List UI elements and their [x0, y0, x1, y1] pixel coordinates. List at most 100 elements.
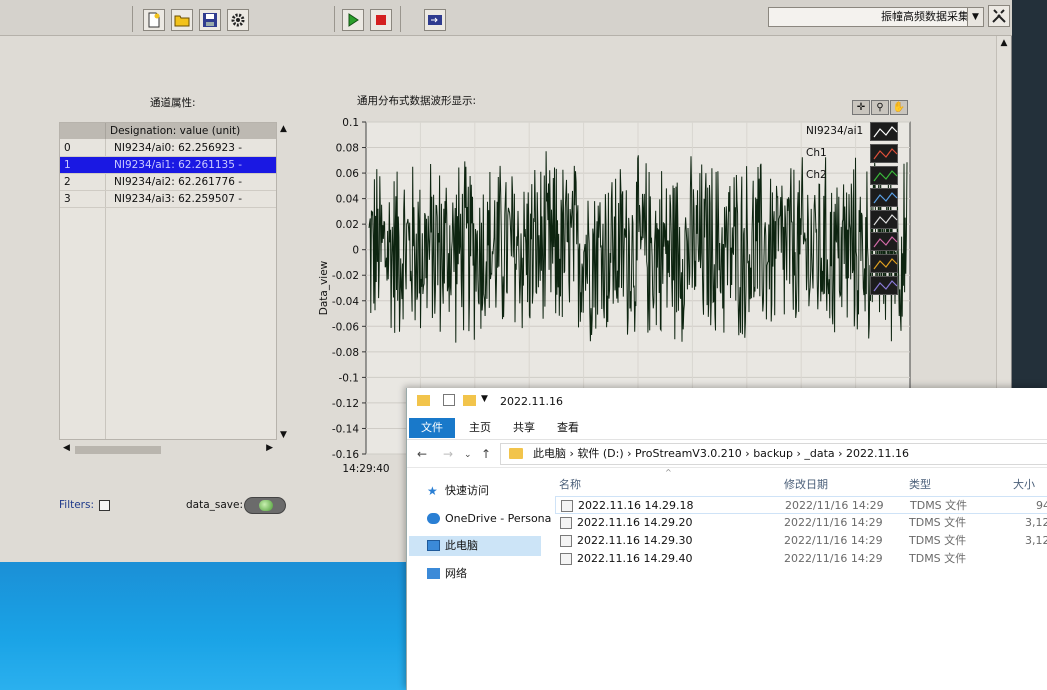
open-folder-icon[interactable] [171, 9, 193, 31]
legend-swatch [870, 188, 898, 207]
properties-icon[interactable] [443, 394, 455, 406]
file-date: 2022/11/16 14:29 [785, 499, 884, 512]
legend-item[interactable] [804, 188, 908, 210]
channel-caption: 通道属性: [150, 97, 196, 109]
tab-file[interactable]: 文件 [409, 418, 455, 438]
tdms-file-icon [560, 553, 572, 565]
toolbar: 振幢高频数据采集 ▼ [0, 0, 1012, 36]
column-name[interactable]: 名称 [559, 476, 581, 492]
tools-icon[interactable] [988, 5, 1010, 27]
filters-checkbox[interactable] [99, 500, 110, 511]
table-row[interactable]: 3 NI9234/ai3: 62.259507 - [60, 191, 276, 208]
y-tick-label: -0.16 [332, 449, 359, 461]
star-icon: ★ [427, 484, 438, 498]
file-name: 2022.11.16 14.29.30 [577, 534, 693, 547]
legend-label: NI9234/ai1 [806, 125, 864, 137]
scroll-down-icon[interactable]: ▼ [280, 430, 287, 440]
nav-this-pc[interactable]: 此电脑 [409, 536, 541, 556]
file-row[interactable]: 2022.11.16 14.29.30 2022/11/16 14:29 TDM… [555, 532, 1047, 550]
data-save-label: data_save: [186, 499, 244, 511]
scroll-up-icon[interactable]: ▲ [997, 36, 1011, 50]
file-date: 2022/11/16 14:29 [784, 534, 883, 547]
filters-label: Filters: [59, 499, 95, 511]
nav-label: 快速访问 [445, 484, 489, 497]
x-tick-label: 14:29:40 [342, 463, 389, 475]
legend-item[interactable]: Ch2 [804, 166, 908, 188]
table-row[interactable]: 0 NI9234/ai0: 62.256923 - [60, 140, 276, 157]
navigation-pane: ★ 快速访问 OneDrive - Persona 此电脑 网络 [407, 468, 551, 690]
customize-dropdown-icon[interactable]: ▼ [481, 394, 488, 404]
scroll-up-icon[interactable]: ▲ [280, 124, 287, 134]
tab-home[interactable]: 主页 [459, 418, 501, 438]
nav-network[interactable]: 网络 [427, 564, 467, 584]
table-row[interactable]: 2 NI9234/ai2: 62.261776 - [60, 174, 276, 191]
legend-item[interactable] [804, 254, 908, 276]
file-type: TDMS 文件 [909, 534, 967, 547]
new-folder-icon[interactable] [463, 395, 476, 406]
legend-item[interactable]: Ch1 [804, 144, 908, 166]
row-index: 3 [64, 193, 71, 205]
file-name: 2022.11.16 14.29.40 [577, 552, 693, 565]
table-vertical-scrollbar[interactable]: ▲ ▼ [279, 122, 291, 440]
scroll-thumb[interactable] [75, 446, 161, 454]
legend-item[interactable] [804, 276, 908, 298]
plot-legend: NI9234/ai1 Ch1 Ch2 [804, 122, 908, 298]
new-file-icon[interactable] [143, 9, 165, 31]
cloud-icon [427, 513, 440, 524]
y-tick-label: 0 [352, 245, 359, 257]
column-type[interactable]: 类型 [909, 476, 931, 492]
y-tick-label: -0.08 [332, 347, 359, 359]
file-name: 2022.11.16 14.29.18 [578, 499, 694, 512]
column-date[interactable]: 修改日期 [784, 476, 828, 492]
tab-share[interactable]: 共享 [503, 418, 545, 438]
legend-swatch [870, 276, 898, 295]
settings-gear-icon[interactable] [227, 9, 249, 31]
nav-onedrive[interactable]: OneDrive - Persona [427, 509, 551, 529]
table-horizontal-scrollbar[interactable]: ◀ ▶ [59, 443, 277, 457]
up-icon[interactable]: ↑ [481, 447, 491, 461]
explorer-titlebar: ▼ 2022.11.16 [407, 388, 1047, 416]
address-bar[interactable]: 此电脑 › 软件 (D:) › ProStreamV3.0.210 › back… [500, 443, 1047, 465]
recent-dropdown-icon[interactable]: ⌄ [464, 450, 472, 460]
forward-icon[interactable]: → [443, 447, 453, 461]
legend-item[interactable] [804, 232, 908, 254]
tab-view[interactable]: 查看 [547, 418, 589, 438]
channel-table[interactable]: Designation: value (unit) 0 NI9234/ai0: … [59, 122, 277, 440]
address-bar-row: ← → ⌄ ↑ 此电脑 › 软件 (D:) › ProStreamV3.0.21… [407, 440, 1047, 468]
y-tick-label: -0.1 [339, 372, 360, 384]
table-row-selected[interactable]: 1 NI9234/ai1: 62.261135 - [60, 157, 276, 174]
back-icon[interactable]: ← [417, 447, 427, 461]
y-tick-label: 0.08 [336, 143, 359, 155]
nav-quick-access[interactable]: ★ 快速访问 [427, 481, 489, 501]
toggle-knob[interactable] [259, 500, 273, 511]
file-type: TDMS 文件 [910, 499, 968, 512]
file-row[interactable]: 2022.11.16 14.29.18 2022/11/16 14:29 TDM… [555, 496, 1047, 514]
data-save-toggle[interactable] [244, 497, 286, 514]
y-tick-label: -0.12 [332, 398, 359, 410]
legend-item[interactable] [804, 210, 908, 232]
file-row[interactable]: 2022.11.16 14.29.20 2022/11/16 14:29 TDM… [555, 514, 1047, 532]
row-value: NI9234/ai1: 62.261135 - [114, 159, 243, 171]
file-type: TDMS 文件 [909, 516, 967, 529]
scroll-right-icon[interactable]: ▶ [266, 443, 273, 453]
run-icon[interactable] [342, 9, 364, 31]
chevron-down-icon[interactable]: ▼ [967, 8, 983, 26]
y-axis-label: Data_view [318, 260, 330, 315]
explorer-title: 2022.11.16 [500, 395, 563, 408]
folder-icon [509, 448, 523, 459]
legend-item[interactable]: NI9234/ai1 [804, 122, 908, 144]
ribbon-tabs: 文件 主页 共享 查看 [407, 416, 1047, 440]
file-row[interactable]: 2022.11.16 14.29.40 2022/11/16 14:29 TDM… [555, 550, 1047, 568]
save-icon[interactable] [199, 9, 221, 31]
config-icon[interactable] [424, 9, 446, 31]
scroll-left-icon[interactable]: ◀ [63, 443, 70, 453]
mode-select[interactable]: 振幢高频数据采集 ▼ [768, 7, 984, 27]
toolbar-separator [132, 6, 133, 32]
nav-label: OneDrive - Persona [445, 512, 552, 525]
breadcrumb[interactable]: 此电脑 › 软件 (D:) › ProStreamV3.0.210 › back… [533, 447, 909, 460]
graph-caption: 通用分布式数据波形显示: [357, 95, 477, 107]
column-size[interactable]: 大小 [1013, 476, 1035, 492]
row-index: 2 [64, 176, 71, 188]
toolbar-separator [334, 6, 335, 32]
stop-icon[interactable] [370, 9, 392, 31]
